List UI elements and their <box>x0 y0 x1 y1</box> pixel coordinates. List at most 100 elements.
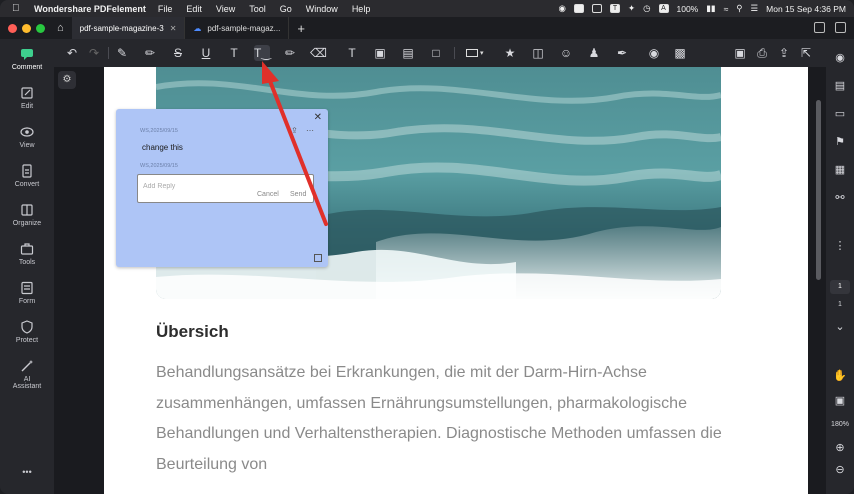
text-box-icon[interactable]: ▣ <box>372 45 388 61</box>
highlight-pen-icon[interactable]: ✎ <box>114 45 130 61</box>
left-sidebar: Comment Edit View Convert Organize Tools… <box>0 39 54 494</box>
sidebar-item-ai-assistant[interactable]: AI Assistant <box>0 359 54 390</box>
home-icon[interactable]: ⌂ <box>57 22 64 34</box>
reply-author-date: WS,2025/09/15 <box>140 163 178 169</box>
menu-tool[interactable]: Tool <box>249 4 266 14</box>
sidebar-more-button[interactable]: ••• <box>0 467 54 477</box>
sidebar-item-organize[interactable]: Organize <box>0 203 54 227</box>
clock-datetime[interactable]: Mon 15 Sep 4:36 PM <box>766 4 846 14</box>
input-source-icon[interactable]: A <box>658 4 669 13</box>
bookmark-icon[interactable]: ⚑ <box>833 135 847 149</box>
menu-view[interactable]: View <box>216 4 235 14</box>
menu-app-name[interactable]: Wondershare PDFelement <box>34 4 146 14</box>
measure-icon[interactable]: ◫ <box>530 45 546 61</box>
zoom-window-button[interactable] <box>36 23 45 33</box>
canvas-settings-icon[interactable]: ⚙ <box>58 71 76 89</box>
zoom-level[interactable]: 180% <box>826 421 854 428</box>
vertical-scrollbar[interactable] <box>816 100 821 280</box>
underline-icon[interactable]: U <box>198 45 214 61</box>
record-icon[interactable]: ◉ <box>559 3 566 14</box>
close-window-button[interactable] <box>8 23 17 33</box>
comments-panel-icon[interactable]: ▭ <box>833 107 847 121</box>
menu-edit[interactable]: Edit <box>186 4 202 14</box>
menu-go[interactable]: Go <box>280 4 292 14</box>
apple-icon[interactable]:  <box>12 3 26 14</box>
chevron-down-icon[interactable]: ⌄ <box>833 320 847 334</box>
sidebar-item-view[interactable]: View <box>0 125 54 149</box>
properties-icon[interactable]: ▤ <box>833 79 847 93</box>
zoom-out-icon[interactable]: ⊖ <box>833 463 847 477</box>
wifi-icon[interactable]: ≈ <box>724 4 729 14</box>
strikethrough-icon[interactable]: S <box>170 45 186 61</box>
redo-icon[interactable]: ↷ <box>86 45 102 61</box>
close-tab-icon[interactable]: ✕ <box>170 24 177 33</box>
more-icon[interactable]: ⋯ <box>306 126 314 135</box>
ai-wand-icon <box>21 360 33 372</box>
print-icon[interactable]: ⎙ <box>754 45 770 61</box>
share-icon[interactable]: ⇱ <box>798 45 814 61</box>
eraser-icon[interactable]: ⌫ <box>310 45 327 61</box>
sidebar-item-comment[interactable]: Comment <box>0 47 54 71</box>
reply-input[interactable] <box>138 180 313 193</box>
account-icon[interactable] <box>835 22 846 33</box>
ai-assistant-icon[interactable]: ◉ <box>833 51 847 65</box>
show-hide-icon[interactable]: ◉ <box>646 45 662 61</box>
pencil-icon[interactable]: ✏ <box>282 45 298 61</box>
battery-icon[interactable]: ▮▮ <box>706 3 715 14</box>
clock-icon[interactable]: ◷ <box>643 3 650 14</box>
save-icon[interactable]: ▣ <box>732 45 748 61</box>
menu-bar:  Wondershare PDFelement File Edit View … <box>0 0 854 17</box>
status-app-icon[interactable] <box>573 4 584 13</box>
search-icon[interactable]: ⚲ <box>736 3 742 14</box>
page-number-input[interactable]: 1 <box>830 280 850 294</box>
sticky-note-icon[interactable]: □ <box>428 45 444 61</box>
close-icon[interactable]: ✕ <box>314 112 322 123</box>
insert-text-icon[interactable]: T‿ <box>254 45 271 61</box>
sidebar-item-convert[interactable]: Convert <box>0 164 54 188</box>
stamp-pin-icon[interactable]: ★ <box>502 45 518 61</box>
more-icon[interactable]: ⋮ <box>833 239 847 253</box>
tab-document-1[interactable]: pdf-sample-magazine-3 ✕ <box>71 17 186 39</box>
area-highlight-icon[interactable]: ✏ <box>142 45 158 61</box>
sidebar-item-edit[interactable]: Edit <box>0 86 54 110</box>
comment-popup[interactable]: ✕ WS,2025/09/15 ⇪ ⋯ change this WS,2025/… <box>116 109 328 267</box>
sidebar-item-protect[interactable]: Protect <box>0 320 54 344</box>
send-button[interactable]: Send <box>290 191 306 198</box>
fit-page-icon[interactable]: ▣ <box>833 394 847 408</box>
cancel-button[interactable]: Cancel <box>257 191 279 198</box>
status-app-icon-2[interactable] <box>591 4 602 13</box>
app-window:  Wondershare PDFelement File Edit View … <box>0 0 854 494</box>
sidebar-item-tools[interactable]: Tools <box>0 242 54 266</box>
tab-document-2[interactable]: ☁ pdf-sample-magaz... <box>185 17 290 39</box>
shape-dropdown[interactable]: ▾ <box>466 46 488 59</box>
stamp-icon[interactable]: ♟ <box>586 45 602 61</box>
replace-text-icon[interactable]: T <box>226 45 242 61</box>
sidebar-item-label: Edit <box>20 103 34 110</box>
new-tab-button[interactable]: + <box>297 21 305 36</box>
text-comment-icon[interactable]: T <box>344 45 360 61</box>
menu-file[interactable]: File <box>158 4 173 14</box>
sidebar-item-label: Organize <box>12 220 42 227</box>
zoom-in-icon[interactable]: ⊕ <box>833 441 847 455</box>
minimize-window-button[interactable] <box>22 23 31 33</box>
thumbnails-icon[interactable]: ▦ <box>833 163 847 177</box>
resize-handle-icon[interactable] <box>314 254 322 262</box>
menu-help[interactable]: Help <box>352 4 371 14</box>
export-icon[interactable]: ⇪ <box>291 126 298 135</box>
signature-icon[interactable]: ✒ <box>614 45 630 61</box>
undo-icon[interactable]: ↶ <box>64 45 80 61</box>
sidebar-item-label: Convert <box>14 181 40 188</box>
hand-tool-icon[interactable]: ✋ <box>833 369 847 383</box>
comment-list-icon[interactable]: ▩ <box>672 45 688 61</box>
menu-window[interactable]: Window <box>306 4 338 14</box>
upload-icon[interactable]: ⇪ <box>776 45 792 61</box>
sticker-icon[interactable]: ☺ <box>558 45 574 61</box>
callout-icon[interactable]: ▤ <box>400 45 416 61</box>
sidebar-item-form[interactable]: Form <box>0 281 54 305</box>
bluetooth-icon[interactable]: ✦ <box>628 3 635 14</box>
control-center-icon[interactable]: ☰ <box>751 3 759 14</box>
attachment-icon[interactable]: ⚯ <box>833 191 847 205</box>
text-icon[interactable]: T <box>609 4 620 13</box>
window-layout-icon[interactable] <box>814 22 825 33</box>
comment-icon <box>21 49 33 60</box>
